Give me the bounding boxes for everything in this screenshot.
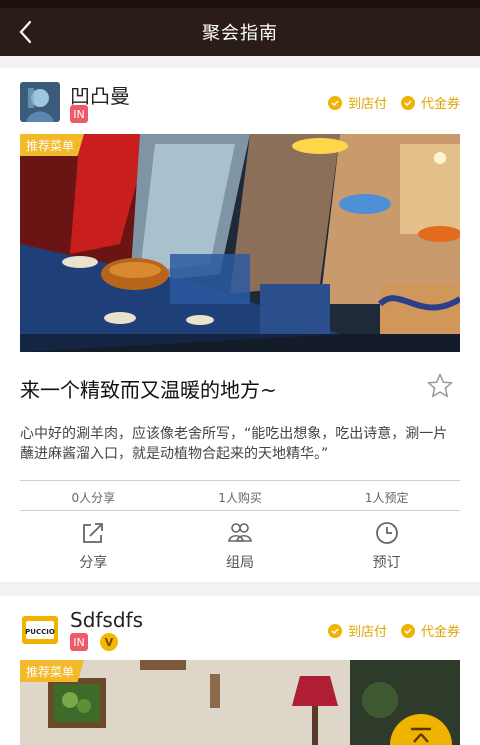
post-card[interactable]: 凹凸曼 IN 到店付 代金券 推荐菜单 来一个精致而又温暖的地方~ 心中好的涮羊… — [0, 68, 480, 582]
share-icon — [83, 523, 104, 543]
reservation-count: 1人预定 — [364, 491, 409, 505]
payment-tags: 到店付 代金券 — [327, 621, 460, 640]
check-circle-icon — [327, 95, 342, 110]
recommended-menu-label: 推荐菜单 — [20, 660, 85, 682]
avatar-logo-text: PUCCIO — [25, 628, 55, 636]
arrow-up-icon — [411, 727, 431, 743]
divider — [20, 510, 460, 511]
check-circle-icon — [400, 623, 415, 638]
favorite-button[interactable] — [426, 372, 454, 400]
post-description: 心中好的涮羊肉，应该像老舍所写，“能吃出想象，吃出诗意，涮一片蘸进麻酱溜入口，就… — [20, 426, 448, 462]
tag-pay-in-store: 到店付 — [327, 93, 387, 112]
in-badge: IN — [70, 633, 88, 651]
tag-label: 代金券 — [420, 97, 460, 112]
chevron-left-icon — [19, 20, 32, 44]
avatar[interactable]: PUCCIO — [20, 610, 60, 650]
check-circle-icon — [327, 623, 342, 638]
tag-voucher: 代金券 — [400, 93, 460, 112]
tag-label: 到店付 — [347, 625, 387, 640]
recommended-menu-label: 推荐菜单 — [20, 134, 85, 156]
tag-label: 到店付 — [347, 97, 387, 112]
post-stats: 0人分享 1人购买 1人预定 — [20, 486, 460, 510]
check-circle-icon — [400, 95, 415, 110]
group-icon — [228, 523, 252, 542]
divider — [20, 480, 460, 481]
payment-tags: 到店付 代金券 — [327, 93, 460, 112]
in-badge: IN — [70, 105, 88, 123]
reserve-button[interactable]: 预订 — [313, 520, 460, 576]
tag-voucher: 代金券 — [400, 621, 460, 640]
group-button[interactable]: 组局 — [167, 520, 314, 576]
reserve-label: 预订 — [372, 555, 401, 571]
shop-name[interactable]: Sdfsdfs — [70, 608, 143, 632]
section-gap — [0, 56, 480, 68]
post-actions: 分享 组局 预订 — [20, 520, 460, 576]
avatar[interactable] — [20, 82, 60, 122]
tag-pay-in-store: 到店付 — [327, 621, 387, 640]
group-label: 组局 — [226, 555, 254, 571]
status-bar — [0, 0, 480, 8]
clock-icon — [375, 522, 398, 544]
share-count: 0人分享 — [71, 491, 116, 505]
share-label: 分享 — [79, 555, 108, 571]
star-outline-icon — [427, 373, 453, 398]
nav-bar: 聚会指南 — [0, 8, 480, 56]
purchase-count: 1人购买 — [218, 491, 262, 505]
post-title[interactable]: 来一个精致而又温暖的地方~ — [20, 374, 277, 403]
tag-label: 代金券 — [420, 625, 460, 640]
back-button[interactable] — [12, 18, 40, 46]
share-button[interactable]: 分享 — [20, 520, 167, 576]
restaurant-photo[interactable]: 推荐菜单 — [20, 134, 460, 352]
verified-badge: V — [100, 633, 118, 651]
page-title: 聚会指南 — [202, 23, 278, 44]
